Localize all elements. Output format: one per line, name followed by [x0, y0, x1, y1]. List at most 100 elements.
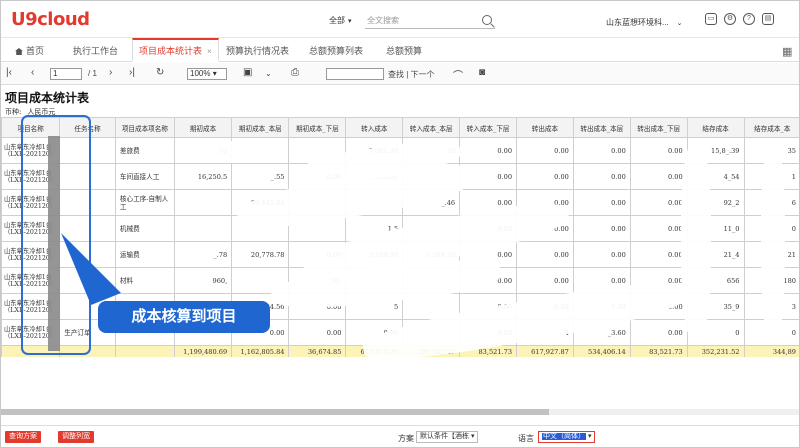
- help-icon[interactable]: ?: [743, 13, 755, 25]
- value-cell: 0.00: [572, 163, 631, 190]
- value-cell: _.78: [173, 241, 233, 268]
- search-scope-select[interactable]: 全部 ▾: [329, 15, 352, 26]
- value-cell: 0.00: [572, 241, 631, 268]
- value-cell: [173, 215, 233, 242]
- last-page-icon[interactable]: ›|: [129, 67, 135, 78]
- print-icon[interactable]: ⎙: [291, 67, 299, 78]
- column-header[interactable]: 期初成本_下层: [288, 117, 347, 138]
- search-input[interactable]: 全文搜索: [365, 13, 495, 29]
- horizontal-scrollbar[interactable]: [1, 409, 799, 415]
- find-next-link[interactable]: 查找 | 下一个: [388, 69, 435, 80]
- value-cell: 0.00: [459, 137, 518, 164]
- redaction-blob: [681, 141, 711, 341]
- column-header[interactable]: 期初成本: [173, 117, 233, 138]
- column-header[interactable]: 转出成本_本层: [572, 117, 631, 138]
- zoom-select[interactable]: 100% ▾: [187, 68, 227, 80]
- currency-label: 币种:: [5, 108, 22, 116]
- page-number-input[interactable]: 1: [50, 68, 82, 80]
- value-cell: 0.00: [629, 241, 688, 268]
- calendar-icon[interactable]: ▤: [762, 13, 774, 25]
- camera-icon[interactable]: ◙: [479, 67, 485, 78]
- value-cell: 0.00: [288, 319, 347, 346]
- total-value-cell: 534,406.14: [572, 345, 631, 357]
- scheme-label: 方案: [398, 434, 414, 443]
- value-cell: 0.00: [516, 267, 574, 294]
- query-scheme-button[interactable]: 查询方案: [5, 431, 41, 443]
- callout-pointer: [61, 233, 121, 305]
- tab-budget[interactable]: 总额预算: [386, 44, 422, 57]
- column-header[interactable]: 结存成本: [686, 117, 745, 138]
- search-scope-label: 全部: [329, 16, 345, 25]
- language-value: 中文（简体）: [542, 433, 586, 440]
- message-icon[interactable]: ▭: [705, 13, 717, 25]
- tab-project-cost-report[interactable]: 项目成本统计表 ×: [132, 38, 219, 62]
- top-bar: U9cloud 全部 ▾ 全文搜索 山东蓝想环境科... ⌄ ▭ ⚙ ? ▤: [1, 1, 799, 38]
- prev-page-icon[interactable]: ‹: [31, 67, 34, 78]
- column-header[interactable]: 转入成本: [345, 117, 404, 138]
- report-toolbar: |‹ ‹ 1 / 1 › ›| ↻ 100% ▾ ▣ ⌄ ⎙ 查找 | 下一个 …: [1, 63, 799, 85]
- tab-workbench[interactable]: 执行工作台: [73, 44, 118, 57]
- tab-home[interactable]: 首页: [15, 44, 44, 57]
- value-cell: [173, 189, 233, 216]
- value-cell: 0.00: [572, 137, 631, 164]
- value-cell: 16,250.5: [173, 163, 233, 190]
- tab-budget-execution[interactable]: 预算执行情况表: [226, 44, 289, 57]
- callout-label: 成本核算到项目: [98, 301, 270, 333]
- column-header[interactable]: 项目成本项名称: [114, 117, 175, 138]
- redaction-blob: [196, 141, 256, 163]
- value-cell: 0.00: [629, 137, 688, 164]
- find-input[interactable]: [326, 68, 384, 80]
- value-cell: 0.00: [629, 163, 688, 190]
- tab-budget-list[interactable]: 总额预算列表: [309, 44, 363, 57]
- tab-label: 首页: [26, 46, 45, 56]
- cost-item-cell: 机械费: [114, 215, 175, 242]
- redaction-blob: [761, 141, 785, 341]
- language-label: 语言: [518, 434, 534, 443]
- cost-item-cell: 车间直接人工: [114, 163, 175, 190]
- cost-item-cell: 材料: [114, 267, 175, 294]
- home-icon: [15, 48, 23, 55]
- column-header[interactable]: 转入成本_本层: [402, 117, 461, 138]
- top-icon-group: ▭ ⚙ ? ▤: [705, 13, 774, 25]
- value-cell: 20,778.78: [231, 241, 290, 268]
- chevron-down-icon: ⌄: [676, 20, 683, 27]
- language-select[interactable]: 中文（简体） ▾: [538, 431, 596, 443]
- app-logo: U9cloud: [11, 9, 90, 30]
- refresh-icon[interactable]: ↻: [156, 67, 164, 78]
- scheme-value: 默认条件【酒栋: [420, 433, 469, 440]
- column-header[interactable]: 转出成本: [516, 117, 574, 138]
- column-header[interactable]: 转出成本_下层: [629, 117, 688, 138]
- column-header[interactable]: 转入成本_下层: [459, 117, 518, 138]
- first-page-icon[interactable]: |‹: [6, 67, 12, 78]
- close-icon[interactable]: ×: [207, 47, 212, 56]
- save-icon[interactable]: ▣: [243, 67, 252, 78]
- scheme-select[interactable]: 默认条件【酒栋 ▾: [416, 431, 479, 443]
- value-cell: 0.00: [629, 189, 688, 216]
- org-name: 山东蓝想环境科...: [606, 18, 669, 27]
- tab-label: 执行工作台: [73, 46, 119, 56]
- rss-icon[interactable]: ⌒: [453, 67, 463, 82]
- scrollbar-thumb[interactable]: [1, 409, 549, 415]
- footer-bar: 查询方案 调整列宽 方案 默认条件【酒栋 ▾ 语言 中文（简体） ▾: [1, 425, 799, 447]
- apps-grid-icon[interactable]: ▦: [782, 45, 792, 58]
- cost-item-cell: 核心工序-自制人工: [114, 189, 175, 216]
- zoom-value: 100%: [190, 69, 211, 78]
- total-value-cell: 36,674.85: [288, 345, 347, 357]
- tab-label: 项目成本统计表: [139, 46, 203, 56]
- value-cell: _.55: [231, 163, 290, 190]
- total-value-cell: 352,231.52: [686, 345, 745, 357]
- table-header-row: 项目名称 任务名称 项目成本项名称 期初成本 期初成本_本层 期初成本_下层 转入成本 转入成…: [1, 117, 799, 138]
- settings-icon[interactable]: ⚙: [724, 13, 736, 25]
- total-value-cell: 1,199,480.69: [173, 345, 233, 357]
- org-selector[interactable]: 山东蓝想环境科... ⌄: [606, 17, 683, 28]
- next-page-icon[interactable]: ›: [109, 67, 112, 78]
- column-header[interactable]: 结存成本_本: [743, 117, 799, 138]
- cost-item-cell: 运输费: [114, 241, 175, 268]
- chevron-down-icon[interactable]: ⌄: [265, 69, 272, 78]
- value-cell: 0.00: [516, 137, 574, 164]
- search-icon[interactable]: [482, 15, 492, 25]
- total-value-cell: 344,89: [743, 345, 799, 357]
- column-header[interactable]: 期初成本_本层: [231, 117, 290, 138]
- adjust-columns-button[interactable]: 调整列宽: [58, 431, 94, 443]
- total-value-cell: 1,162,805.84: [231, 345, 290, 357]
